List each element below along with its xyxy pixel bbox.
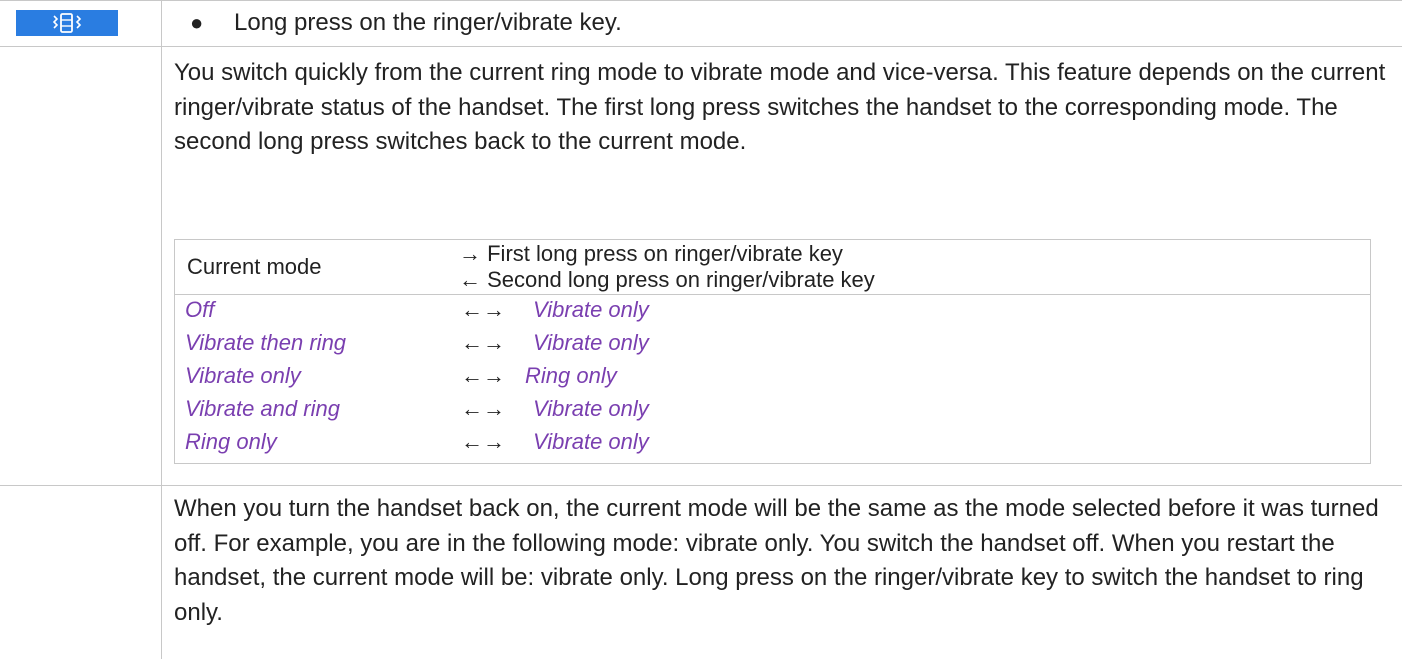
toggle-arrows-icon: ←→ <box>461 429 505 454</box>
toggle-arrows-icon: ←→ <box>461 363 505 388</box>
table-column-divider <box>161 0 162 659</box>
description-paragraph: You switch quickly from the current ring… <box>174 59 1386 155</box>
mode-table: Current mode → First long press on ringe… <box>174 239 1371 464</box>
toggle-arrows-icon: ←→ <box>461 396 505 421</box>
current-mode: Off <box>185 297 215 322</box>
table-border-top <box>0 0 1402 1</box>
note-paragraph: When you turn the handset back on, the c… <box>174 495 1379 626</box>
toggle-arrows-icon: ←→ <box>461 330 505 355</box>
target-mode: Vibrate only <box>533 429 649 454</box>
action-list-item: ● Long press on the ringer/vibrate key. <box>190 6 622 40</box>
target-mode: Vibrate only <box>533 396 649 421</box>
ringer-vibrate-key-icon <box>16 10 118 36</box>
bullet-icon: ● <box>190 10 204 35</box>
current-mode: Vibrate only <box>185 363 301 388</box>
current-mode: Vibrate and ring <box>185 396 340 421</box>
table-row-divider <box>0 485 1402 486</box>
current-mode: Ring only <box>185 429 277 454</box>
vibrate-phone-icon <box>52 13 82 33</box>
toggle-arrows-icon: ←→ <box>461 297 505 322</box>
target-mode: Vibrate only <box>533 330 649 355</box>
table-row-divider <box>0 46 1402 47</box>
mode-table-header-label: Current mode <box>187 254 322 279</box>
target-mode: Ring only <box>525 363 617 388</box>
document-page: ● Long press on the ringer/vibrate key. … <box>0 0 1402 659</box>
target-mode: Vibrate only <box>533 297 649 322</box>
mode-table-header-first-press: → First long press on ringer/vibrate key <box>459 241 843 266</box>
mode-table-header-second-press: ← Second long press on ringer/vibrate ke… <box>459 267 875 292</box>
current-mode: Vibrate then ring <box>185 330 347 355</box>
action-text: Long press on the ringer/vibrate key. <box>234 9 622 36</box>
mode-table-divider <box>175 294 1370 295</box>
